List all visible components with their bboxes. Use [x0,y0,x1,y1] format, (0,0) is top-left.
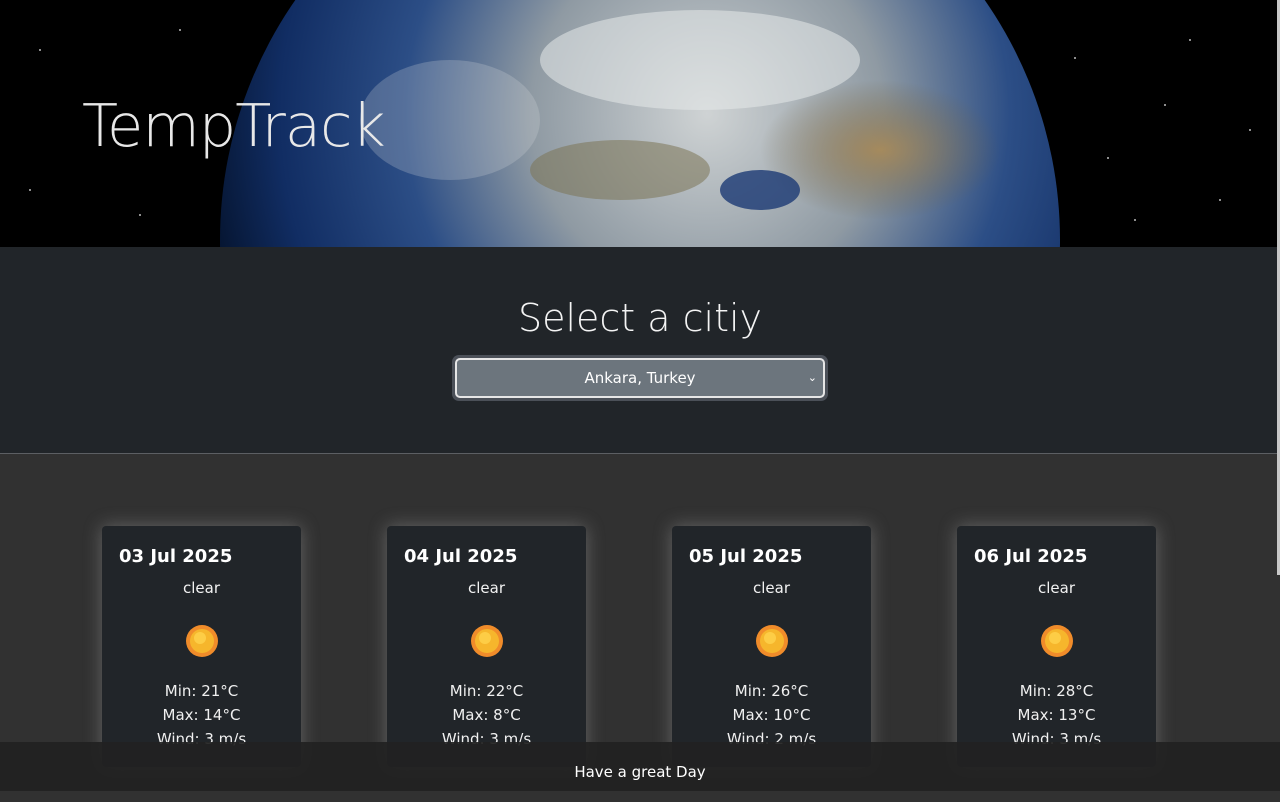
forecast-date: 03 Jul 2025 [119,546,233,567]
forecast-card: 06 Jul 2025 clear Min: 28°C Max: 13°C Wi… [957,526,1156,767]
hero-banner: TempTrack [0,0,1280,247]
footer: Have a great Day [0,742,1280,791]
forecast-max: Max: 10°C [732,706,811,724]
forecast-date: 04 Jul 2025 [404,546,518,567]
forecast-condition: clear [467,579,505,597]
forecast-condition: clear [1037,579,1075,597]
forecast-min: Min: 28°C [1019,682,1094,700]
forecast-max: Max: 8°C [452,706,521,724]
forecast-condition: clear [182,579,220,597]
city-select-dropdown[interactable]: Ankara, Turkey ⌄ [455,358,825,398]
forecast-card: 04 Jul 2025 clear Min: 22°C Max: 8°C Win… [387,526,586,767]
city-select-value: Ankara, Turkey [584,369,696,387]
forecast-min: Min: 22°C [449,682,524,700]
forecast-max: Max: 13°C [1017,706,1096,724]
city-selector-section [0,247,1280,454]
selector-heading: Select a citiy [517,296,763,340]
app-title: TempTrack [82,91,386,160]
sun-icon [186,625,218,657]
sun-icon [471,625,503,657]
city-select-focus-ring: Ankara, Turkey ⌄ [452,355,828,401]
forecast-card: 03 Jul 2025 clear Min: 21°C Max: 14°C Wi… [102,526,301,767]
chevron-down-icon: ⌄ [807,371,817,384]
forecast-min: Min: 21°C [164,682,239,700]
forecast-condition: clear [752,579,790,597]
footer-text: Have a great Day [574,763,706,781]
sun-icon [756,625,788,657]
forecast-card: 05 Jul 2025 clear Min: 26°C Max: 10°C Wi… [672,526,871,767]
sun-icon [1041,625,1073,657]
forecast-date: 05 Jul 2025 [689,546,803,567]
forecast-max: Max: 14°C [162,706,241,724]
forecast-date: 06 Jul 2025 [974,546,1088,567]
forecast-min: Min: 26°C [734,682,809,700]
